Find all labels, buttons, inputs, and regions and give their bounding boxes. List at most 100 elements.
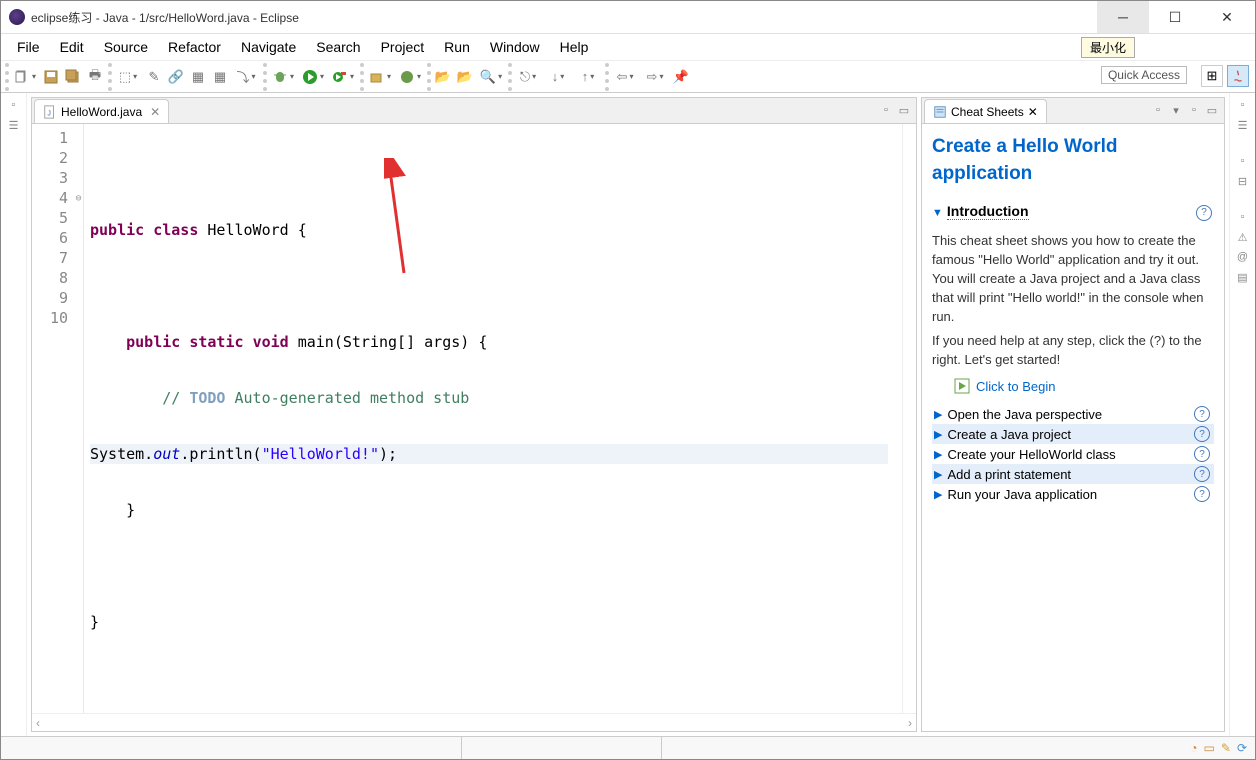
wand-button[interactable]: ✎ [144, 67, 164, 87]
maximize-view-icon[interactable]: ▭ [896, 102, 912, 118]
package-explorer-icon[interactable]: ☰ [6, 117, 22, 133]
expand-icon[interactable]: ▼ [932, 207, 943, 219]
open-perspective-button[interactable]: ⊞ [1201, 65, 1223, 87]
close-button[interactable]: ✕ [1201, 1, 1253, 33]
declaration-icon[interactable]: ▤ [1235, 269, 1251, 285]
intro-text: This cheat sheet shows you how to create… [932, 232, 1214, 326]
editor-area: J HelloWord.java ✕ ▫ ▭ 12345678910 ⊖ pub… [31, 97, 917, 732]
help-hint-text: If you need help at any step, click the … [932, 332, 1214, 370]
javadoc-icon[interactable]: @ [1235, 249, 1251, 265]
code-text[interactable]: public class HelloWord { public static v… [84, 124, 902, 713]
forward-button[interactable]: ⇨ [641, 67, 669, 87]
java-file-icon: J [43, 105, 57, 119]
code-line-5: // TODO Auto-generated method stub [90, 388, 902, 408]
build-all-button[interactable]: ▦ [210, 67, 230, 87]
problems-icon[interactable]: ⚠ [1235, 229, 1251, 245]
step-open-perspective[interactable]: ▶Open the Java perspective? [932, 404, 1214, 424]
menu-file[interactable]: File [9, 37, 48, 57]
begin-icon [954, 378, 970, 394]
skip-button[interactable]: ⤵ [232, 67, 260, 87]
open-task-button[interactable]: 📂 [455, 67, 475, 87]
step-run-app[interactable]: ▶Run your Java application? [932, 484, 1214, 504]
menu-run[interactable]: Run [436, 37, 478, 57]
menu-navigate[interactable]: Navigate [233, 37, 304, 57]
code-editor[interactable]: 12345678910 ⊖ public class HelloWord { p… [32, 124, 916, 713]
run-button[interactable] [299, 67, 327, 87]
save-button[interactable] [41, 67, 61, 87]
code-line-3 [90, 276, 902, 296]
intro-heading[interactable]: Introduction [947, 203, 1029, 220]
tab-close-icon[interactable]: ✕ [150, 105, 160, 119]
outline-icon[interactable]: ⊟ [1235, 173, 1251, 189]
quick-access[interactable]: Quick Access [1101, 66, 1187, 84]
status-tasks-icon[interactable]: ◔ [1190, 741, 1197, 755]
run-external-button[interactable] [329, 67, 357, 87]
menu-project[interactable]: Project [373, 37, 433, 57]
java-perspective-button[interactable] [1227, 65, 1249, 87]
save-all-button[interactable] [63, 67, 83, 87]
code-line-7: } [90, 500, 902, 520]
gutter-line-numbers: 12345678910 [32, 124, 74, 713]
restore-left-icon[interactable]: ▫ [6, 97, 22, 113]
code-line-9: } [90, 612, 902, 632]
code-line-10 [90, 668, 902, 688]
maximize-button[interactable]: ☐ [1149, 1, 1201, 33]
menu-window[interactable]: Window [482, 37, 548, 57]
task-list-icon[interactable]: ☰ [1235, 117, 1251, 133]
menu-search[interactable]: Search [308, 37, 368, 57]
code-line-4: public static void main(String[] args) { [90, 332, 902, 352]
toggle-mark-button[interactable]: ⎋ [514, 67, 542, 87]
new-class-button[interactable] [396, 67, 424, 87]
new-package-button[interactable] [366, 67, 394, 87]
restore-bottom-icon[interactable]: ▫ [1235, 209, 1251, 225]
minimize-cheat-icon[interactable]: ▫ [1186, 102, 1202, 118]
restore-right-icon[interactable]: ▫ [1235, 97, 1251, 113]
horizontal-scrollbar[interactable]: ‹› [32, 713, 916, 731]
restore-right-icon-2[interactable]: ▫ [1235, 153, 1251, 169]
status-bar: ◔ ▭ ✎ ⟳ [1, 736, 1255, 759]
editor-tab-helloword[interactable]: J HelloWord.java ✕ [34, 99, 169, 123]
left-trim: ▫ ☰ [1, 93, 27, 736]
toolbar: 🖶 ⬚ ✎ 🔗 ▦ ▦ ⤵ 📂 📂 🔍 ⎋ ↓ ↑ ⇦ ⇨ 📌 Quick Ac… [1, 61, 1255, 93]
link-button[interactable]: 🔗 [166, 67, 186, 87]
print-button[interactable]: 🖶 [85, 67, 105, 87]
menu-source[interactable]: Source [96, 37, 156, 57]
prev-annotation-button[interactable]: ↑ [574, 67, 602, 87]
cheat-tab-close-icon[interactable]: ✕ [1028, 105, 1038, 119]
step-add-print[interactable]: ▶Add a print statement? [932, 464, 1214, 484]
maximize-cheat-icon[interactable]: ▭ [1204, 102, 1220, 118]
open-button[interactable]: 📂 [433, 67, 453, 87]
overview-ruler[interactable] [902, 124, 916, 713]
next-annotation-button[interactable]: ↓ [544, 67, 572, 87]
open-type-button[interactable]: ⬚ [114, 67, 142, 87]
debug-button[interactable] [269, 67, 297, 87]
code-line-2: public class HelloWord { [90, 220, 902, 240]
code-line-1 [90, 164, 902, 184]
build-button[interactable]: ▦ [188, 67, 208, 87]
cheat-sheet-icon [933, 105, 947, 119]
code-line-6: System.out.println("HelloWorld!"); [90, 444, 888, 464]
menu-edit[interactable]: Edit [52, 37, 92, 57]
eclipse-icon [9, 9, 25, 25]
help-icon[interactable]: ? [1196, 205, 1212, 221]
click-to-begin-link[interactable]: Click to Begin [954, 378, 1214, 394]
status-tip-icon[interactable]: ✎ [1221, 741, 1231, 755]
tab-label: HelloWord.java [61, 105, 142, 119]
search-button[interactable]: 🔍 [477, 67, 505, 87]
step-create-project[interactable]: ▶Create a Java project? [932, 424, 1214, 444]
step-create-class[interactable]: ▶Create your HelloWorld class? [932, 444, 1214, 464]
menu-help[interactable]: Help [552, 37, 597, 57]
minimize-view-icon[interactable]: ▫ [878, 102, 894, 118]
view-menu-icon[interactable]: ▫ [1150, 102, 1166, 118]
menu-refactor[interactable]: Refactor [160, 37, 229, 57]
fold-column: ⊖ [74, 124, 84, 713]
minimize-tooltip: 最小化 [1081, 37, 1135, 58]
minimize-button[interactable]: ─ [1097, 1, 1149, 33]
view-menu-dropdown-icon[interactable]: ▾ [1168, 102, 1184, 118]
new-button[interactable] [11, 67, 39, 87]
status-updates-icon[interactable]: ▭ [1204, 741, 1215, 755]
pin-button[interactable]: 📌 [671, 67, 691, 87]
back-button[interactable]: ⇦ [611, 67, 639, 87]
status-sync-icon[interactable]: ⟳ [1237, 741, 1247, 755]
cheat-sheets-tab[interactable]: Cheat Sheets ✕ [924, 99, 1047, 123]
